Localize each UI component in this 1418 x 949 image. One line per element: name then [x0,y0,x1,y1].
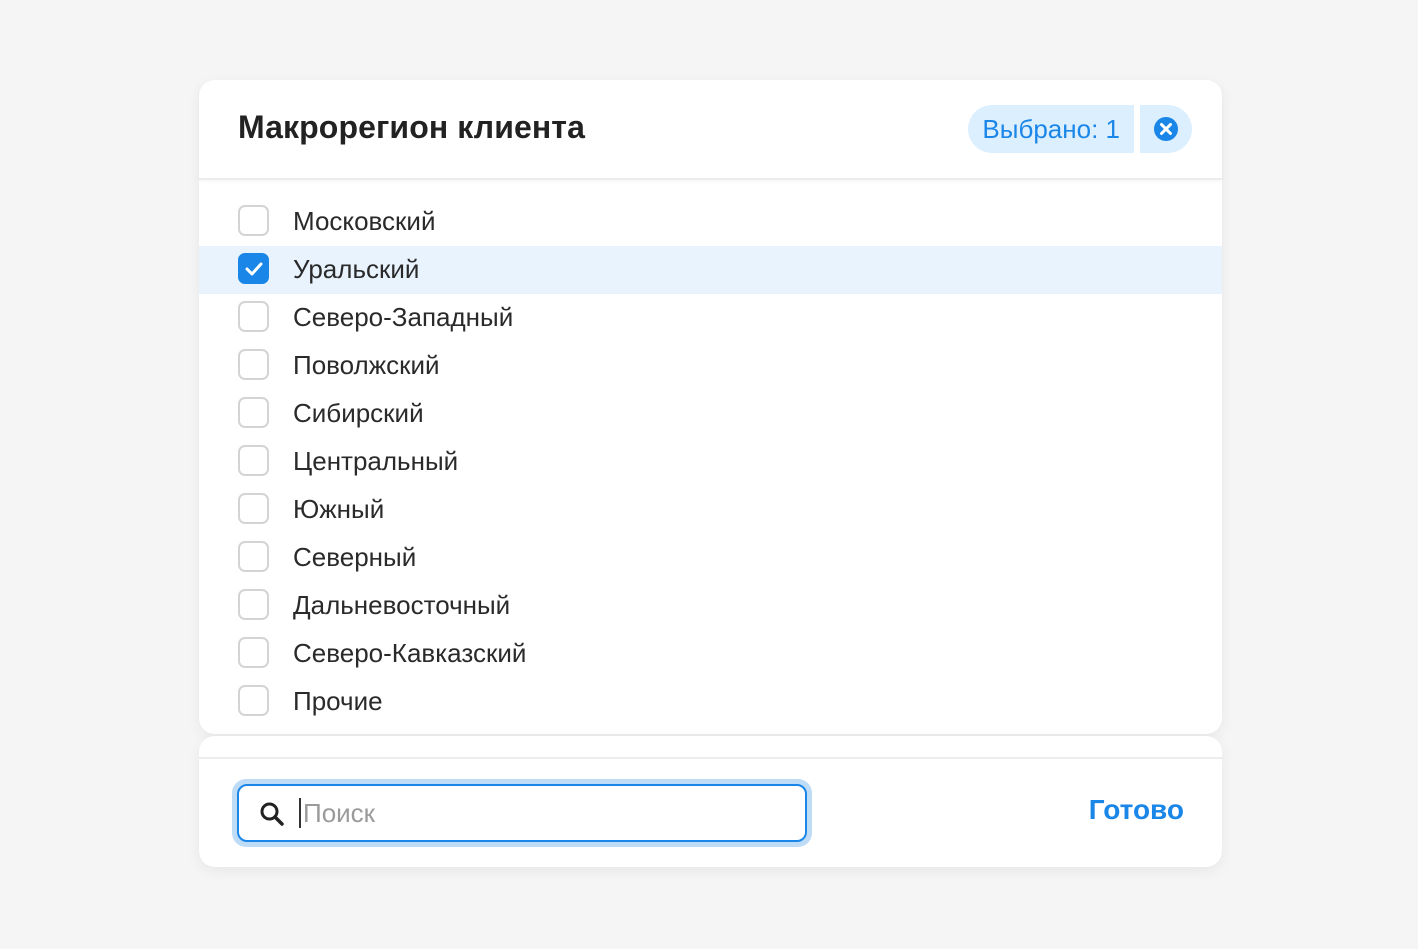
search-field[interactable] [237,784,807,842]
option-label: Поволжский [293,350,440,380]
option-item[interactable]: Дальневосточный [199,582,1222,630]
checkbox[interactable] [238,205,269,236]
option-label: Северо-Кавказский [293,638,527,668]
checkbox[interactable] [238,301,269,332]
checkbox[interactable] [238,397,269,428]
checkbox[interactable] [238,349,269,380]
filter-footer: Готово [199,736,1222,867]
option-item[interactable]: Прочие [199,678,1222,726]
option-label: Московский [293,206,436,236]
selected-count-badge: Выбрано: 1 [968,105,1192,153]
option-label: Уральский [293,254,420,284]
options-list: Московский Уральский Северо-Западный Пов… [199,198,1222,726]
option-label: Прочие [293,686,383,716]
option-item[interactable]: Южный [199,486,1222,534]
checkbox[interactable] [238,637,269,668]
option-item[interactable]: Северо-Кавказский [199,630,1222,678]
option-label: Дальневосточный [293,590,511,620]
option-item[interactable]: Уральский [199,246,1222,294]
search-icon [260,802,284,826]
option-label: Сибирский [293,398,424,428]
option-item[interactable]: Поволжский [199,342,1222,390]
option-item[interactable]: Северный [199,534,1222,582]
clear-selection-button[interactable] [1140,105,1192,153]
checkbox[interactable] [238,685,269,716]
checkbox[interactable] [238,541,269,572]
option-label: Южный [293,494,385,524]
filter-header: Макрорегион клиента Выбрано: 1 [199,80,1222,180]
close-circle-icon [1154,117,1178,141]
checkbox-checked[interactable] [238,253,269,284]
checkbox[interactable] [238,589,269,620]
search-input[interactable] [299,792,783,834]
filter-title: Макрорегион клиента [238,109,585,145]
footer-divider [199,757,1222,759]
search-focus-ring [232,779,812,847]
selected-count-label: Выбрано: 1 [968,105,1134,153]
option-label: Центральный [293,446,459,476]
option-label: Северный [293,542,417,572]
option-label: Северо-Западный [293,302,514,332]
option-item[interactable]: Северо-Западный [199,294,1222,342]
checkbox[interactable] [238,493,269,524]
done-button[interactable]: Готово [1089,794,1184,826]
checkbox[interactable] [238,445,269,476]
option-item[interactable]: Центральный [199,438,1222,486]
option-item[interactable]: Московский [199,198,1222,246]
option-item[interactable]: Сибирский [199,390,1222,438]
checkmark-icon [245,262,263,276]
filter-panel: Макрорегион клиента Выбрано: 1 Московски… [199,80,1222,734]
